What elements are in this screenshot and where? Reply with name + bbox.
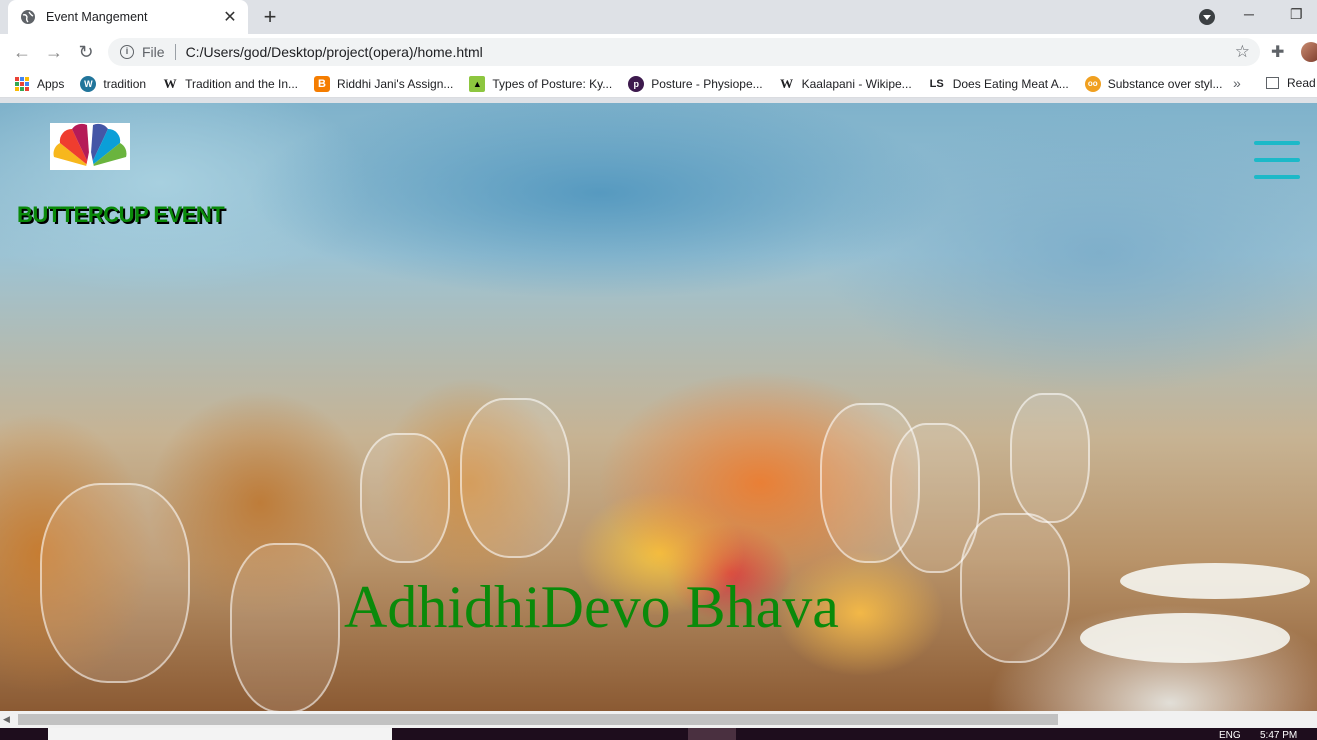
back-button[interactable]: ← bbox=[10, 40, 34, 64]
decorative-glass bbox=[1010, 393, 1090, 523]
posture-icon: ▲ bbox=[469, 75, 486, 92]
bookmark-item[interactable]: LS Does Eating Meat A... bbox=[928, 76, 1069, 92]
hamburger-menu-icon[interactable] bbox=[1254, 141, 1300, 179]
decorative-glass bbox=[40, 483, 190, 683]
clock[interactable]: 5:47 PM bbox=[1260, 730, 1297, 740]
apps-grid-icon bbox=[14, 76, 30, 92]
browser-toolbar: ← → ↻ i File C:/Users/god/Desktop/projec… bbox=[0, 34, 1317, 70]
wikipedia-icon: W bbox=[163, 75, 177, 91]
reading-list-label: Read bbox=[1287, 76, 1316, 90]
extensions-icon[interactable]: ✚ bbox=[1271, 42, 1284, 62]
restore-icon[interactable]: ❐ bbox=[1290, 6, 1303, 23]
bookmark-item[interactable]: oo Substance over styl... bbox=[1084, 75, 1223, 92]
bookmark-star-icon[interactable]: ☆ bbox=[1235, 42, 1250, 62]
decorative-glass bbox=[230, 543, 340, 711]
bookmark-item[interactable]: W Kaalapani - Wikipe... bbox=[779, 76, 912, 92]
bookmark-label: Types of Posture: Ky... bbox=[492, 76, 613, 91]
bookmark-item[interactable]: W Tradition and the In... bbox=[162, 76, 298, 92]
bookmark-label: tradition bbox=[103, 76, 147, 91]
bookmark-label: Posture - Physiope... bbox=[651, 76, 763, 91]
taskbar-active-app[interactable] bbox=[688, 728, 736, 740]
address-bar[interactable]: i File C:/Users/god/Desktop/project(oper… bbox=[108, 38, 1260, 66]
tab-title: Event Mangement bbox=[46, 10, 148, 24]
browser-tab[interactable]: Event Mangement ✕ bbox=[8, 0, 248, 34]
decorative-plate bbox=[1080, 613, 1290, 663]
substance-icon: oo bbox=[1084, 75, 1101, 92]
physiopedia-icon: p bbox=[628, 75, 645, 92]
decorative-glass bbox=[360, 433, 450, 563]
bookmark-item[interactable]: p Posture - Physiope... bbox=[628, 75, 763, 92]
forward-button[interactable]: → bbox=[42, 40, 66, 64]
wikipedia-icon: W bbox=[780, 75, 794, 91]
bookmark-label: Riddhi Jani's Assign... bbox=[337, 76, 454, 91]
url-scheme: File bbox=[142, 44, 165, 60]
bookmark-label: Kaalapani - Wikipe... bbox=[801, 76, 912, 91]
tab-search-icon[interactable] bbox=[1199, 9, 1215, 25]
url-text[interactable]: C:/Users/god/Desktop/project(opera)/home… bbox=[186, 44, 483, 60]
bookmark-apps[interactable]: Apps bbox=[14, 76, 64, 92]
decorative-plate bbox=[1120, 563, 1310, 599]
horizontal-scrollbar[interactable]: ◀ bbox=[0, 711, 1317, 728]
reload-button[interactable]: ↻ bbox=[74, 40, 98, 64]
bookmark-item[interactable]: W tradition bbox=[80, 75, 147, 92]
nbc-peacock-logo[interactable] bbox=[50, 123, 130, 170]
scroll-left-arrow-icon[interactable]: ◀ bbox=[3, 714, 10, 725]
close-tab-icon[interactable]: ✕ bbox=[222, 7, 238, 27]
taskbar-search-box[interactable] bbox=[48, 728, 392, 740]
tab-strip: Event Mangement ✕ + ─ ❐ bbox=[0, 0, 1317, 34]
scrollbar-thumb[interactable] bbox=[18, 714, 1058, 725]
bookmark-item[interactable]: B Riddhi Jani's Assign... bbox=[314, 75, 454, 92]
divider bbox=[174, 44, 176, 60]
bookmarks-bar: Apps W tradition W Tradition and the In.… bbox=[0, 70, 1317, 98]
bookmark-label: Tradition and the In... bbox=[185, 76, 299, 91]
more-bookmarks-icon[interactable]: » bbox=[1233, 75, 1241, 91]
minimize-icon[interactable]: ─ bbox=[1244, 6, 1254, 22]
wordpress-icon: W bbox=[80, 75, 97, 92]
blogger-icon: B bbox=[314, 75, 331, 92]
brand-name[interactable]: BUTTERCUP EVENT bbox=[17, 202, 225, 228]
os-taskbar: ENG 5:47 PM bbox=[0, 728, 1317, 740]
bookmark-item[interactable]: ▲ Types of Posture: Ky... bbox=[469, 75, 613, 92]
page-hero: BUTTERCUP EVENT AdhidhiDevo Bhava bbox=[0, 103, 1317, 711]
decorative-glass bbox=[960, 513, 1070, 663]
new-tab-button[interactable]: + bbox=[258, 4, 282, 30]
hero-tagline: AdhidhiDevo Bhava bbox=[344, 574, 839, 640]
language-indicator[interactable]: ENG bbox=[1219, 730, 1241, 740]
globe-icon bbox=[21, 10, 35, 24]
bookmark-label: Does Eating Meat A... bbox=[952, 76, 1069, 91]
bookmark-label: Substance over styl... bbox=[1107, 76, 1223, 91]
ls-icon: LS bbox=[929, 77, 944, 90]
reading-list-icon bbox=[1266, 77, 1279, 89]
info-icon[interactable]: i bbox=[120, 45, 134, 59]
reading-list-button[interactable]: Read bbox=[1266, 76, 1316, 90]
decorative-glass bbox=[460, 398, 570, 558]
bookmark-label: Apps bbox=[37, 76, 65, 91]
profile-avatar[interactable] bbox=[1301, 42, 1317, 62]
